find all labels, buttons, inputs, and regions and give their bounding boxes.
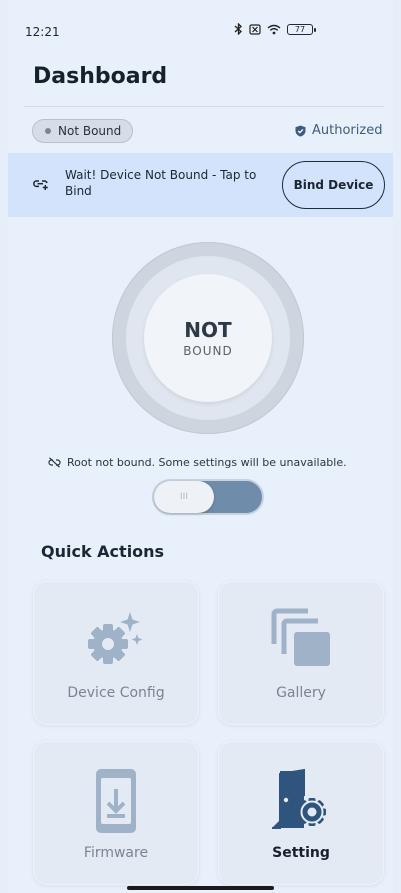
root-toggle-switch[interactable]: III xyxy=(152,479,264,515)
no-sim-icon xyxy=(249,23,261,35)
gallery-card[interactable]: Gallery xyxy=(218,581,384,725)
authorized-badge: Authorized xyxy=(295,123,382,138)
indicator-ring: NOT BOUND xyxy=(126,256,290,420)
bind-banner[interactable]: Wait! Device Not Bound - Tap to Bind Bin… xyxy=(8,153,393,217)
wifi-icon xyxy=(267,24,281,34)
setting-label: Setting xyxy=(272,845,330,861)
status-bar: 12:21 77 xyxy=(8,0,393,39)
bluetooth-icon xyxy=(234,23,242,35)
authorized-label: Authorized xyxy=(312,123,383,138)
home-indicator[interactable] xyxy=(127,886,274,890)
bind-status-badge: Not Bound xyxy=(32,119,134,143)
battery-indicator: 77 xyxy=(287,23,316,35)
indicator-main-text: NOT xyxy=(184,318,232,342)
header-divider xyxy=(24,106,384,107)
bind-banner-message: Wait! Device Not Bound - Tap to Bind xyxy=(65,168,257,198)
status-icons: 77 xyxy=(234,23,316,35)
device-config-label: Device Config xyxy=(67,685,165,701)
toggle-knob[interactable]: III xyxy=(154,481,214,513)
device-config-card[interactable]: Device Config xyxy=(33,581,199,725)
bind-status-label: Not Bound xyxy=(58,124,122,138)
indicator-sub-text: BOUND xyxy=(183,344,233,358)
bind-status-indicator: NOT BOUND xyxy=(112,242,304,434)
indicator-core: NOT BOUND xyxy=(144,274,272,402)
status-dot-icon xyxy=(45,128,51,134)
gallery-label: Gallery xyxy=(276,685,326,701)
status-time: 12:21 xyxy=(25,25,60,39)
firmware-label: Firmware xyxy=(83,845,149,861)
setting-card[interactable]: Setting xyxy=(218,741,384,885)
shield-check-icon xyxy=(295,125,306,137)
root-warning: Root not bound. Some settings will be un… xyxy=(48,456,347,469)
page-title: Dashboard xyxy=(33,64,168,89)
bind-device-button[interactable]: Bind Device xyxy=(282,161,385,209)
gallery-icon xyxy=(271,608,330,666)
app-screen: 12:21 77 Dashboard Not Bound Authorized … xyxy=(8,0,393,893)
firmware-card[interactable]: Firmware xyxy=(33,741,199,885)
root-warning-text: Root not bound. Some settings will be un… xyxy=(67,456,347,469)
firmware-download-icon xyxy=(96,769,136,833)
link-off-icon xyxy=(48,457,61,468)
quick-actions-title: Quick Actions xyxy=(41,542,165,561)
door-gear-icon xyxy=(272,768,326,829)
settings-sparkle-icon xyxy=(88,612,143,664)
link-add-icon xyxy=(33,180,48,190)
